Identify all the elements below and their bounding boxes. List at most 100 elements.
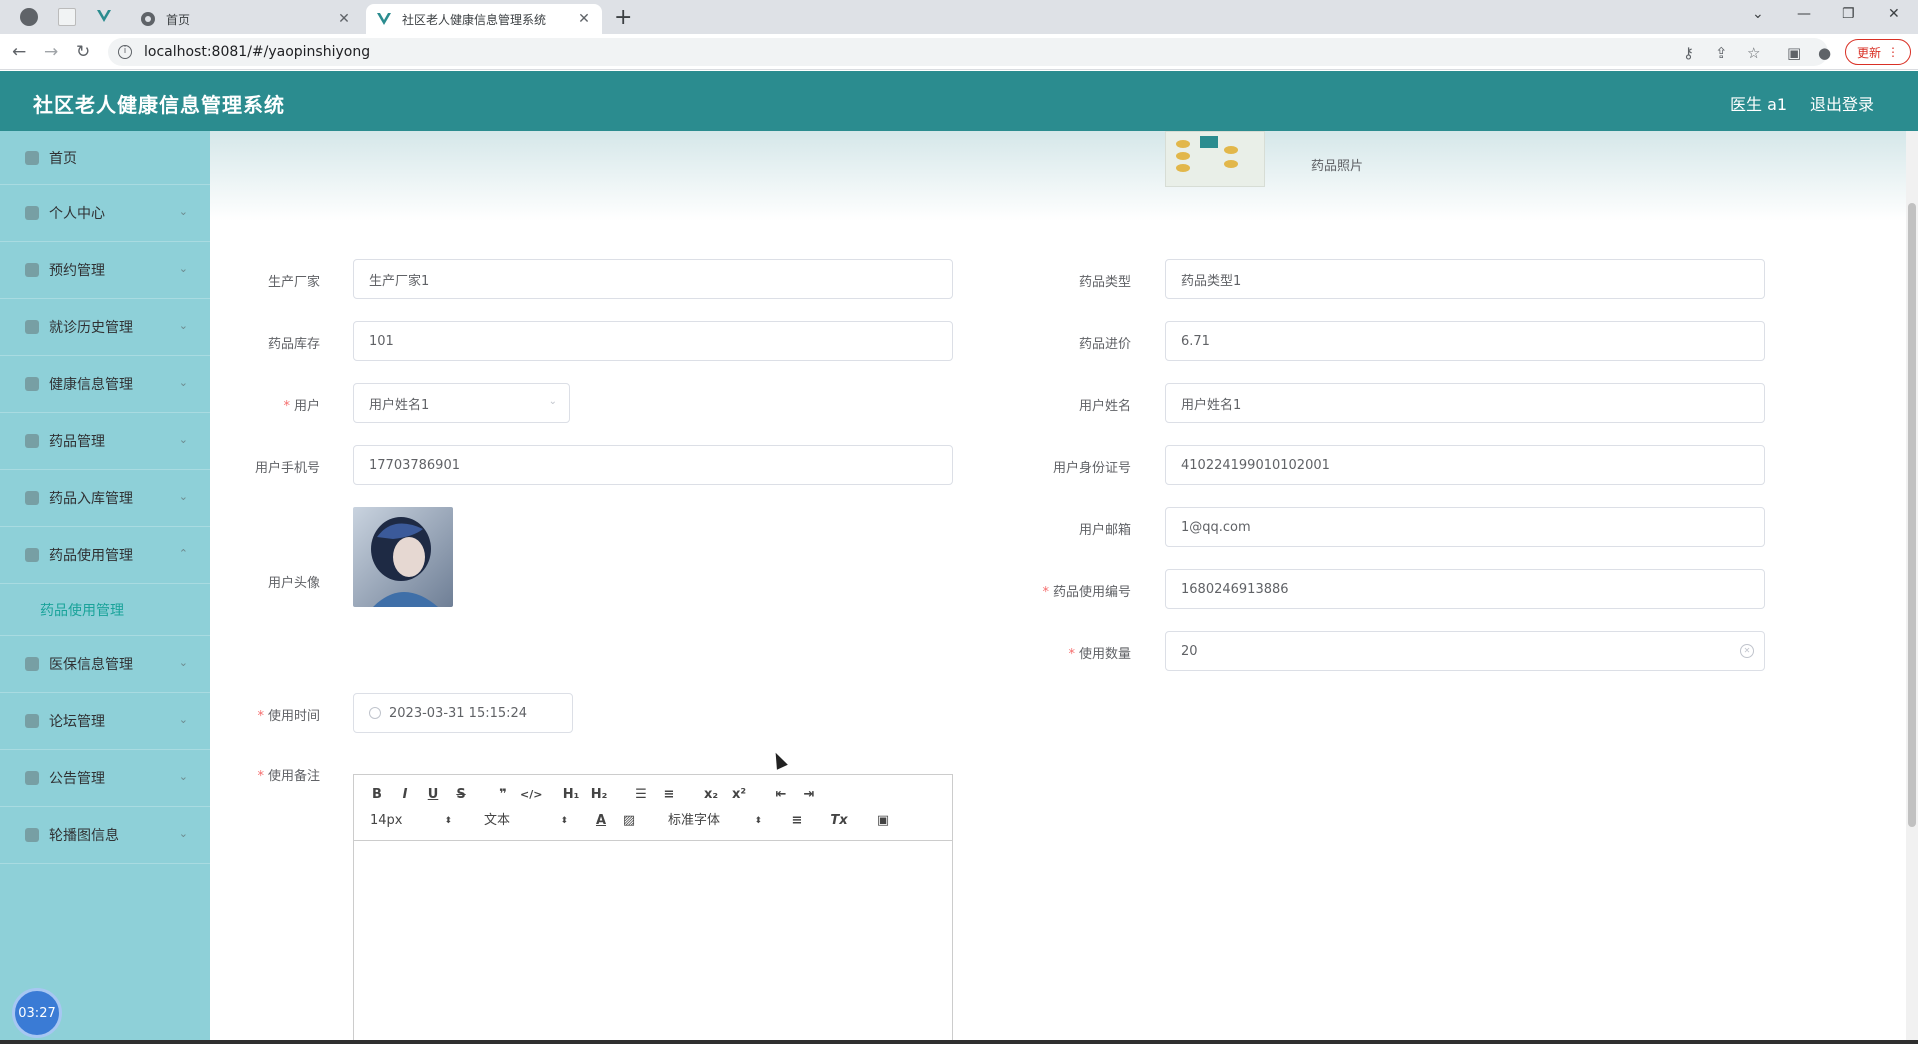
chevron-down-icon: ⌄ xyxy=(178,262,188,275)
sidebar-item-health-info[interactable]: 健康信息管理 ⌄ xyxy=(0,356,210,413)
user-icon xyxy=(25,206,39,220)
forward-icon[interactable]: → xyxy=(44,42,58,62)
align-icon[interactable]: ≡ xyxy=(786,811,808,831)
ordered-list-icon[interactable]: ☰ xyxy=(630,785,652,805)
drug-photo[interactable] xyxy=(1165,131,1265,187)
vue-logo-icon[interactable] xyxy=(96,8,112,24)
globe-icon[interactable] xyxy=(20,8,38,26)
clock-icon xyxy=(369,707,381,719)
bold-icon[interactable]: B xyxy=(366,785,388,805)
font-size-select[interactable]: 14px ⬍ xyxy=(370,811,452,831)
rich-text-editor[interactable]: B I U S ❞ </> H₁ H₂ ☰ ≡ x₂ x² ⇤ ⇥ 14px ⬍… xyxy=(353,774,953,1044)
user-name-field[interactable]: 用户姓名1 xyxy=(1165,383,1765,423)
sidebar-item-drug-usage[interactable]: 药品使用管理 ⌃ xyxy=(0,527,210,584)
strike-icon[interactable]: S xyxy=(450,785,472,805)
tab-title: 首页 xyxy=(166,12,191,27)
tab-search-icon[interactable]: ⌄ xyxy=(1752,6,1764,22)
user-avatar-image[interactable] xyxy=(353,507,453,607)
manufacturer-field[interactable]: 生产厂家1 xyxy=(353,259,953,299)
indent-decrease-icon[interactable]: ⇤ xyxy=(770,785,792,805)
new-tab-button[interactable]: + xyxy=(614,5,632,30)
sidebar-item-appointment[interactable]: 预约管理 ⌄ xyxy=(0,242,210,299)
sidebar-item-drug-stock[interactable]: 药品入库管理 ⌄ xyxy=(0,470,210,527)
bookmark-star-icon[interactable]: ☆ xyxy=(1747,44,1760,62)
select-caret-icon: ⬍ xyxy=(444,816,452,826)
carousel-icon xyxy=(25,828,39,842)
user-phone-field[interactable]: 17703786901 xyxy=(353,445,953,485)
sidebar-item-visit-history[interactable]: 就诊历史管理 ⌄ xyxy=(0,299,210,356)
url-field[interactable]: i localhost:8081/#/yaopinshiyong xyxy=(108,38,1828,66)
superscript-icon[interactable]: x² xyxy=(728,785,750,805)
font-family-value: 标准字体 xyxy=(668,813,721,828)
tab-home[interactable]: 首页 ✕ xyxy=(130,4,362,34)
usage-qty-field[interactable]: 20 ✕ xyxy=(1165,631,1765,671)
page-scrollbar[interactable] xyxy=(1906,131,1918,1040)
sidebar-item-label: 个人中心 xyxy=(49,206,105,222)
side-panel-icon[interactable]: ▣ xyxy=(1787,44,1801,62)
sidebar-item-notice[interactable]: 公告管理 ⌄ xyxy=(0,750,210,807)
font-color-icon[interactable]: A xyxy=(590,811,612,831)
close-window-icon[interactable]: ✕ xyxy=(1888,6,1900,22)
sidebar-item-personal-center[interactable]: 个人中心 ⌄ xyxy=(0,185,210,242)
clear-icon[interactable]: ✕ xyxy=(1740,644,1754,658)
restore-icon[interactable]: ❐ xyxy=(1842,6,1855,22)
scrollbar-thumb[interactable] xyxy=(1908,203,1916,827)
header-shadow xyxy=(210,131,1906,221)
logout-link[interactable]: 退出登录 xyxy=(1810,91,1874,115)
sidebar-item-insurance[interactable]: 医保信息管理 ⌄ xyxy=(0,636,210,693)
image-icon[interactable]: ▣ xyxy=(872,811,894,831)
minimize-icon[interactable]: — xyxy=(1797,6,1811,22)
reload-icon[interactable]: ↻ xyxy=(76,42,90,62)
sidebar-item-label: 药品使用管理 xyxy=(49,548,133,564)
h2-icon[interactable]: H₂ xyxy=(588,785,610,805)
clear-format-icon[interactable]: Tx xyxy=(828,811,850,831)
tab-system[interactable]: 社区老人健康信息管理系统 ✕ xyxy=(366,4,602,34)
back-icon[interactable]: ← xyxy=(12,42,26,62)
user-select[interactable]: 用户姓名1 ⌄ xyxy=(353,383,570,423)
usage-no-label: * 药品使用编号 xyxy=(1042,585,1131,600)
drug-type-field[interactable]: 药品类型1 xyxy=(1165,259,1765,299)
purchase-price-field[interactable]: 6.71 xyxy=(1165,321,1765,361)
font-family-select[interactable]: 标准字体 ⬍ xyxy=(668,811,762,831)
editor-content-area[interactable] xyxy=(354,841,952,1041)
chevron-down-icon: ⌄ xyxy=(178,433,188,446)
url-text: localhost:8081/#/yaopinshiyong xyxy=(144,44,371,60)
close-tab-icon[interactable]: ✕ xyxy=(336,11,352,27)
bullet-list-icon[interactable]: ≡ xyxy=(658,785,680,805)
sidebar-subitem-drug-usage[interactable]: 药品使用管理 xyxy=(0,584,210,636)
header-select[interactable]: 文本 ⬍ xyxy=(484,811,568,831)
indent-increase-icon[interactable]: ⇥ xyxy=(798,785,820,805)
sidebar-item-home[interactable]: 首页 xyxy=(0,131,210,185)
sidebar-item-carousel[interactable]: 轮播图信息 ⌄ xyxy=(0,807,210,864)
profile-icon[interactable]: ● xyxy=(1818,44,1831,62)
user-email-field[interactable]: 1@qq.com xyxy=(1165,507,1765,547)
chevron-up-icon: ⌃ xyxy=(178,547,188,560)
update-button[interactable]: 更新 ⋮ xyxy=(1845,39,1911,65)
underline-icon[interactable]: U xyxy=(422,785,444,805)
chevron-down-icon: ⌄ xyxy=(178,770,188,783)
close-tab-icon[interactable]: ✕ xyxy=(576,11,592,27)
document-icon[interactable] xyxy=(58,8,76,26)
background-color-icon[interactable]: ▨ xyxy=(618,811,640,831)
browser-tab-bar: 首页 ✕ 社区老人健康信息管理系统 ✕ + ⌄ — ❐ ✕ xyxy=(0,0,1918,34)
clock-badge[interactable]: 03:27 xyxy=(12,988,62,1038)
h1-icon[interactable]: H₁ xyxy=(560,785,582,805)
share-icon[interactable]: ⇪ xyxy=(1715,44,1728,62)
stock-field[interactable]: 101 xyxy=(353,321,953,361)
update-label: 更新 xyxy=(1856,45,1881,60)
sidebar-item-drug[interactable]: 药品管理 ⌄ xyxy=(0,413,210,470)
key-icon[interactable]: ⚷ xyxy=(1683,44,1694,62)
blockquote-icon[interactable]: ❞ xyxy=(492,785,514,805)
usage-no-field[interactable]: 1680246913886 xyxy=(1165,569,1765,609)
subscript-icon[interactable]: x₂ xyxy=(700,785,722,805)
code-block-icon[interactable]: </> xyxy=(520,785,542,805)
site-info-icon[interactable]: i xyxy=(118,45,132,59)
sidebar: 首页 个人中心 ⌄ 预约管理 ⌄ 就诊历史管理 ⌄ 健康信息管理 ⌄ 药品管理 … xyxy=(0,131,210,1044)
sidebar-item-label: 轮播图信息 xyxy=(49,828,119,844)
user-id-card-field[interactable]: 410224199010102001 xyxy=(1165,445,1765,485)
italic-icon[interactable]: I xyxy=(394,785,416,805)
current-user: 医生 a1 xyxy=(1730,95,1788,114)
usage-time-picker[interactable]: 2023-03-31 15:15:24 xyxy=(353,693,573,733)
sidebar-item-forum[interactable]: 论坛管理 ⌄ xyxy=(0,693,210,750)
usage-time-label: * 使用时间 xyxy=(257,709,320,724)
